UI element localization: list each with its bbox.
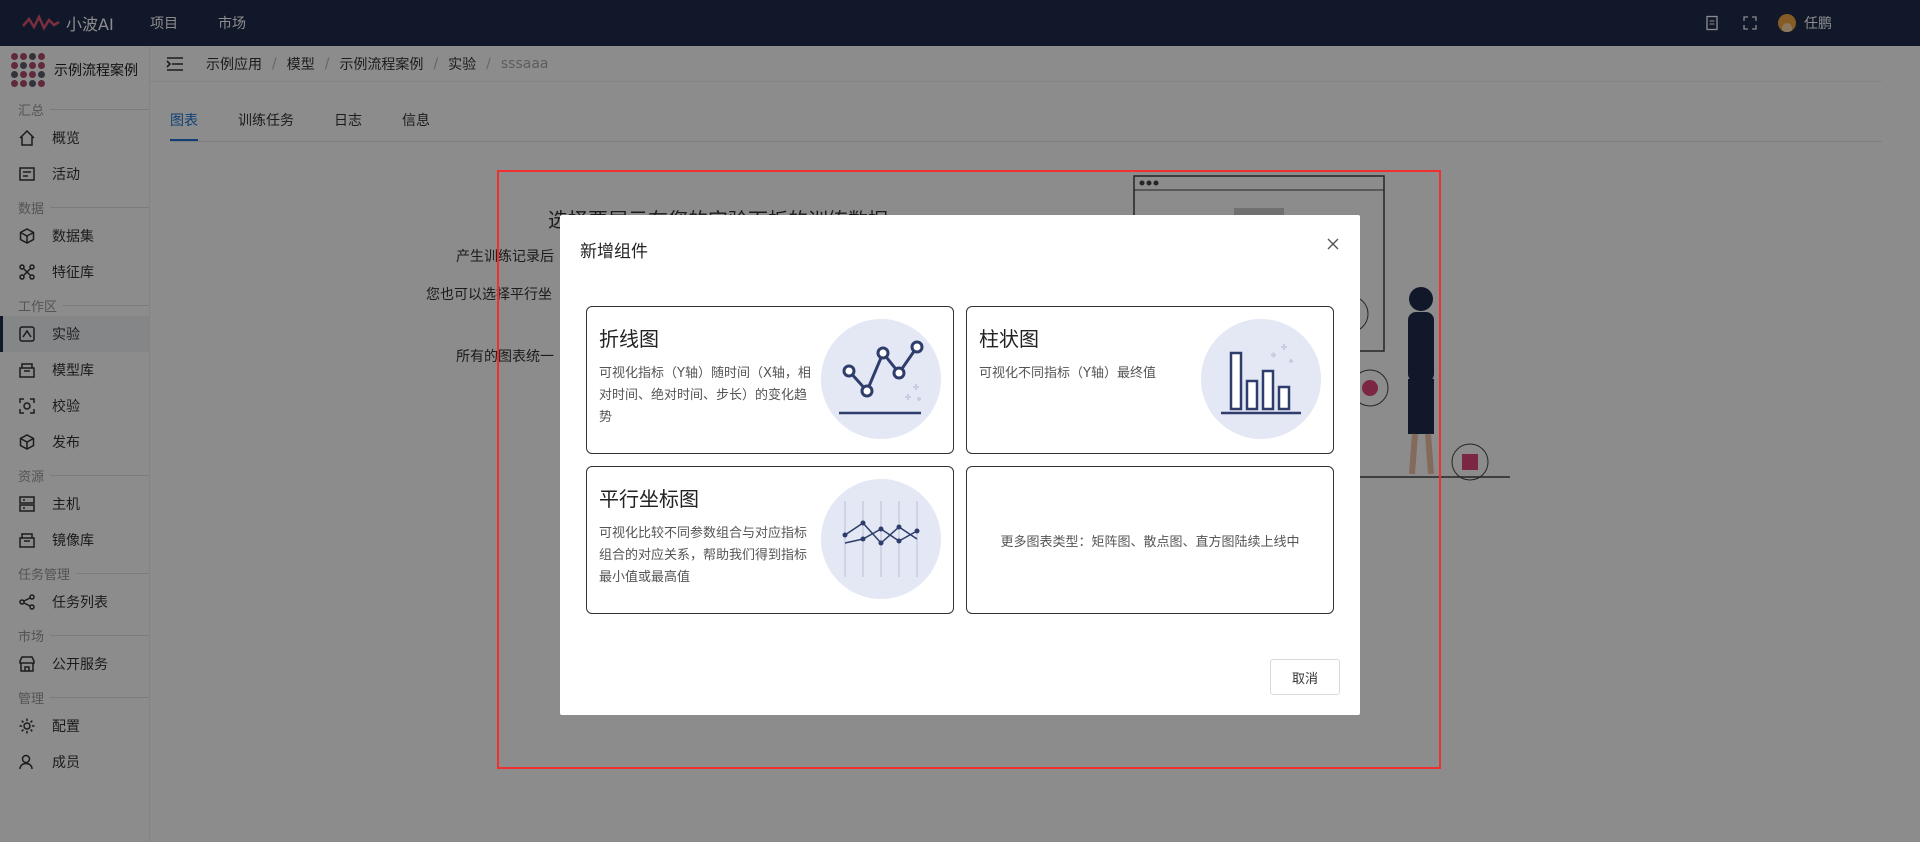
- card-title: 平行坐标图: [599, 487, 699, 511]
- close-icon[interactable]: [1326, 237, 1340, 251]
- more-charts-text: 更多图表类型：矩阵图、散点图、直方图陆续上线中: [1000, 534, 1300, 550]
- bar-chart-icon: [1201, 319, 1321, 439]
- more-charts-card: 更多图表类型：矩阵图、散点图、直方图陆续上线中: [966, 466, 1334, 614]
- cancel-button[interactable]: 取消: [1270, 659, 1340, 695]
- card-title: 折线图: [599, 327, 659, 351]
- card-title: 柱状图: [979, 327, 1039, 351]
- card-desc: 可视化比较不同参数组合与对应指标组合的对应关系，帮助我们得到指标最小值或最高值: [599, 526, 808, 585]
- card-desc: 可视化指标（Y轴）随时间（X轴，相对时间、绝对时间、步长）的变化趋势: [599, 366, 811, 425]
- card-desc: 可视化不同指标（Y轴）最终值: [979, 366, 1156, 381]
- parallel-chart-card[interactable]: 平行坐标图 可视化比较不同参数组合与对应指标组合的对应关系，帮助我们得到指标最小…: [586, 466, 954, 614]
- line-chart-card[interactable]: 折线图 可视化指标（Y轴）随时间（X轴，相对时间、绝对时间、步长）的变化趋势: [586, 306, 954, 454]
- parallel-chart-icon: [821, 479, 941, 599]
- line-chart-icon: [821, 319, 941, 439]
- dialog-title: 新增组件: [580, 242, 648, 262]
- bar-chart-card[interactable]: 柱状图 可视化不同指标（Y轴）最终值: [966, 306, 1334, 454]
- add-component-dialog: 新增组件 折线图 可视化指标（Y轴）随时间（X轴，相对时间、绝对时间、步长）的变…: [560, 215, 1360, 715]
